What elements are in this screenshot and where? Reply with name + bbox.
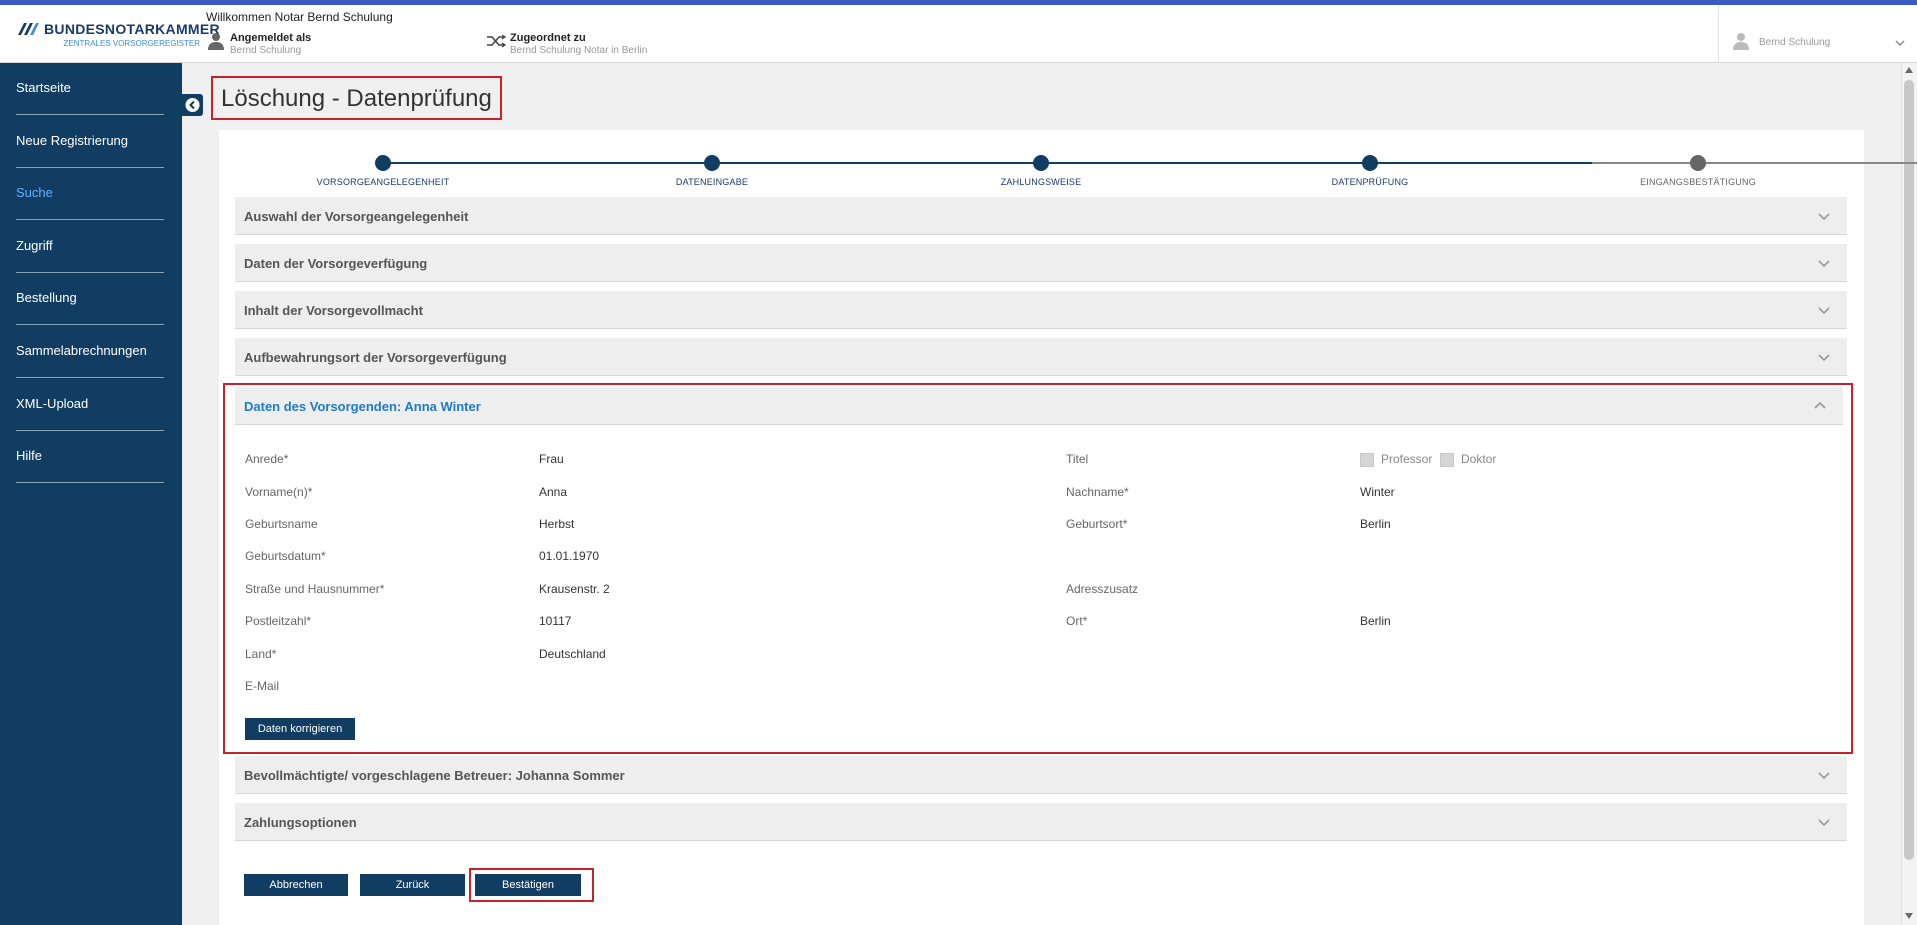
panel-zahlungsoptionen[interactable]: Zahlungsoptionen (235, 803, 1847, 841)
checkbox-label-doktor: Doktor (1461, 452, 1497, 466)
welcome-text: Willkommen Notar Bernd Schulung (206, 10, 393, 24)
panel-aufbewahrungsort[interactable]: Aufbewahrungsort der Vorsorgeverfügung (235, 338, 1847, 376)
chevron-down-icon (1818, 213, 1830, 221)
step-label-zahlungsweise: ZAHLUNGSWEISE (1000, 177, 1082, 187)
sidebar-item-suche[interactable]: Suche (16, 168, 164, 220)
user-menu-dropdown[interactable]: Bernd Schulung (1718, 5, 1917, 63)
chevron-down-icon (1818, 260, 1830, 268)
panel-auswahl-vorsorgeangelegenheit[interactable]: Auswahl der Vorsorgeangelegenheit (235, 197, 1847, 235)
sidebar-item-sammelabrechnungen[interactable]: Sammelabrechnungen (16, 326, 164, 378)
scrollbar-thumb[interactable] (1904, 80, 1914, 860)
sidebar-item-zugriff[interactable]: Zugriff (16, 221, 164, 273)
logged-in-label: Angemeldet als (230, 32, 312, 44)
shuffle-icon (487, 34, 506, 48)
person-icon (208, 33, 224, 50)
step-dot-dateneingabe (704, 155, 720, 171)
user-menu-name: Bernd Schulung (1759, 37, 1831, 48)
label-ort: Ort* (1066, 614, 1088, 628)
label-email: E-Mail (245, 679, 280, 693)
panel-title: Daten der Vorsorgeverfügung (244, 256, 428, 271)
sidebar-item-hilfe[interactable]: Hilfe (16, 431, 164, 483)
value-anrede: Frau (539, 452, 564, 466)
zurueck-button[interactable]: Zurück (360, 874, 465, 896)
page-title: Löschung - Datenprüfung (221, 85, 492, 112)
checkbox-label-professor: Professor (1381, 452, 1433, 466)
panel-title: Aufbewahrungsort der Vorsorgeverfügung (244, 350, 507, 365)
label-geburtsort: Geburtsort* (1066, 517, 1128, 531)
sidebar-item-bestellung[interactable]: Bestellung (16, 273, 164, 325)
page-title-highlight: Löschung - Datenprüfung (211, 76, 502, 120)
panel-daten-vorsorgender-open: Daten des Vorsorgenden: Anna Winter Anre… (223, 383, 1853, 754)
value-nachname: Winter (1360, 485, 1395, 499)
panel-header-daten-vorsorgender[interactable]: Daten des Vorsorgenden: Anna Winter (235, 387, 1843, 425)
chevron-up-icon (1814, 401, 1826, 409)
daten-korrigieren-button[interactable]: Daten korrigieren (245, 718, 355, 740)
value-ort: Berlin (1360, 614, 1391, 628)
brand-logo[interactable]: BUNDESNOTARKAMMER ZENTRALES VORSORGEREGI… (14, 19, 220, 59)
brand-subtitle: ZENTRALES VORSORGEREGISTER (63, 39, 200, 48)
panel-daten-vorsorgeverfuegung[interactable]: Daten der Vorsorgeverfügung (235, 244, 1847, 282)
value-geburtsdatum: 01.01.1970 (539, 549, 600, 563)
chevron-down-icon (1818, 819, 1830, 827)
assigned-label: Zugeordnet zu (510, 32, 586, 44)
step-label-vorsorgeangelegenheit: VORSORGEANGELEGENHEIT (316, 177, 450, 187)
label-anrede: Anrede* (245, 452, 289, 466)
panel-title: Bevollmächtigte/ vorgeschlagene Betreuer… (244, 768, 625, 783)
stepper-line-todo (1592, 162, 1917, 164)
label-nachname: Nachname* (1066, 485, 1129, 499)
panel-inhalt-vorsorgevollmacht[interactable]: Inhalt der Vorsorgevollmacht (235, 291, 1847, 329)
sidebar-item-neue-registrierung[interactable]: Neue Registrierung (16, 116, 164, 168)
label-land: Land* (245, 647, 277, 661)
scroll-up-arrow-icon[interactable] (1905, 67, 1913, 73)
value-geburtsort: Berlin (1360, 517, 1391, 531)
chevron-down-icon (1895, 40, 1905, 46)
sidebar: Startseite Neue Registrierung Suche Zugr… (0, 63, 182, 925)
panel-title-open: Daten des Vorsorgenden: Anna Winter (244, 399, 481, 414)
brand-title: BUNDESNOTARKAMMER (44, 21, 220, 37)
logo-stripes-icon (18, 23, 39, 35)
step-label-dateneingabe: DATENEINGABE (675, 177, 749, 187)
bestaetigen-button[interactable]: Bestätigen (475, 874, 581, 896)
stepper-line-done (383, 162, 1592, 164)
label-geburtsdatum: Geburtsdatum* (245, 549, 326, 563)
checkbox-doktor[interactable] (1440, 453, 1454, 467)
main-card: VORSORGEANGELEGENHEIT DATENEINGABE ZAHLU… (219, 130, 1917, 925)
assigned-value: Bernd Schulung Notar in Berlin (510, 45, 648, 56)
value-strasse: Krausenstr. 2 (539, 582, 610, 596)
checkbox-professor[interactable] (1360, 453, 1374, 467)
value-geburtsname: Herbst (539, 517, 575, 531)
step-dot-vorsorgeangelegenheit (375, 155, 391, 171)
sidebar-item-xml-upload[interactable]: XML-Upload (16, 379, 164, 431)
chevron-down-icon (1818, 307, 1830, 315)
person-icon (1733, 33, 1749, 50)
logged-in-value: Bernd Schulung (230, 45, 302, 56)
step-dot-datenpruefung (1362, 155, 1378, 171)
value-postleitzahl: 10117 (539, 614, 572, 628)
value-vorname: Anna (539, 485, 568, 499)
label-strasse: Straße und Hausnummer* (245, 582, 385, 596)
label-vorname: Vorname(n)* (245, 485, 313, 499)
progress-stepper: VORSORGEANGELEGENHEIT DATENEINGABE ZAHLU… (219, 150, 1917, 190)
step-label-eingangsbestaetigung: EINGANGSBESTÄTIGUNG (1640, 177, 1756, 187)
header: BUNDESNOTARKAMMER ZENTRALES VORSORGEREGI… (0, 5, 1917, 63)
panel-title: Auswahl der Vorsorgeangelegenheit (244, 209, 469, 224)
panel-title: Inhalt der Vorsorgevollmacht (244, 303, 423, 318)
panel-title: Zahlungsoptionen (244, 815, 357, 830)
abbrechen-button[interactable]: Abbrechen (244, 874, 348, 896)
sidebar-item-startseite[interactable]: Startseite (16, 63, 164, 115)
scroll-down-arrow-icon[interactable] (1905, 913, 1913, 919)
step-label-datenpruefung: DATENPRÜFUNG (1331, 177, 1409, 187)
chevron-down-icon (1818, 354, 1830, 362)
step-dot-zahlungsweise (1033, 155, 1049, 171)
label-titel: Titel (1066, 452, 1089, 466)
chevron-left-circle-icon (185, 98, 200, 112)
step-dot-eingangsbestaetigung (1690, 155, 1706, 171)
chevron-down-icon (1818, 772, 1830, 780)
panel-bevollmaechtigte[interactable]: Bevollmächtigte/ vorgeschlagene Betreuer… (235, 756, 1847, 794)
sidebar-collapse-button[interactable] (182, 94, 203, 116)
label-adresszusatz: Adresszusatz (1066, 582, 1139, 596)
label-postleitzahl: Postleitzahl* (245, 614, 312, 628)
label-geburtsname: Geburtsname (245, 517, 318, 531)
value-land: Deutschland (539, 647, 606, 661)
